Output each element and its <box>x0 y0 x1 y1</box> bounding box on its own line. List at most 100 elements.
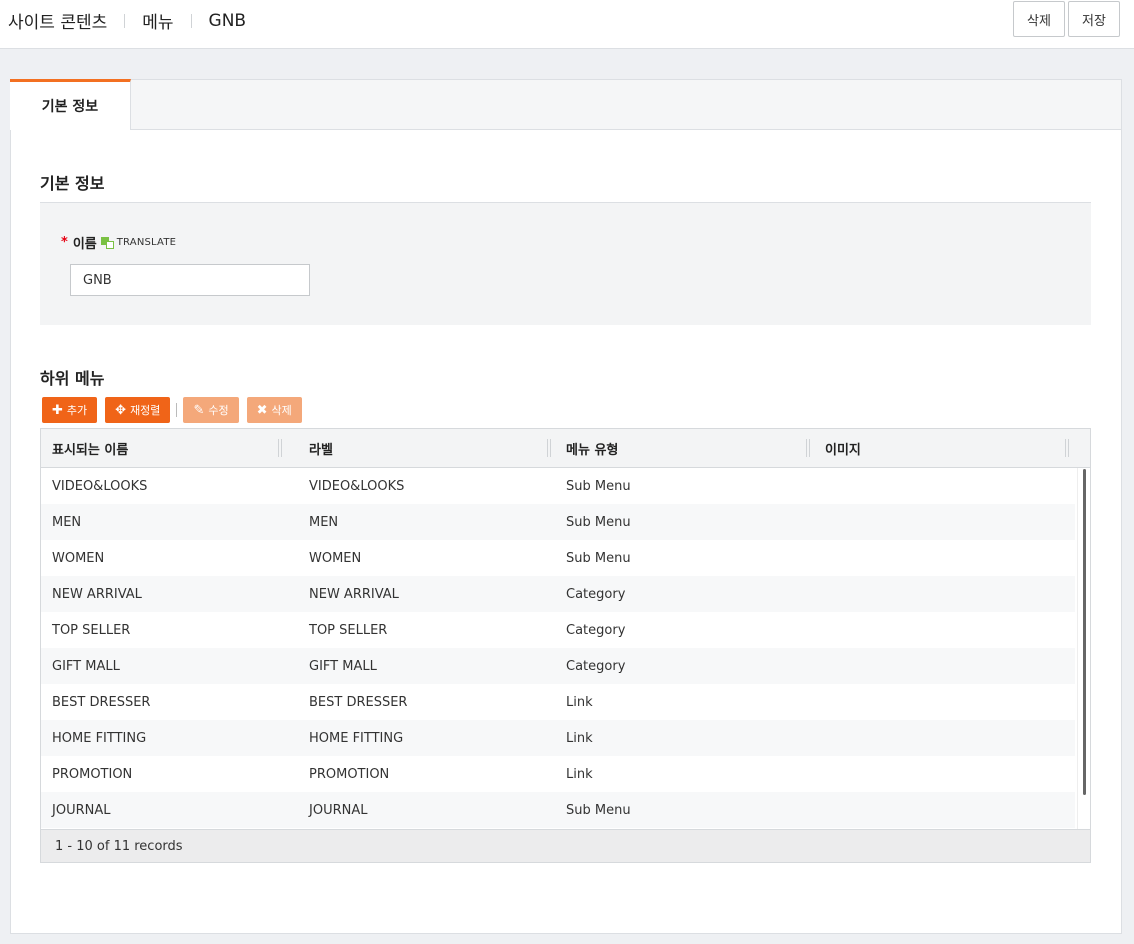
table-row[interactable]: JOURNAL JOURNAL Sub Menu <box>41 792 1075 828</box>
cell-display-name: HOME FITTING <box>52 730 147 746</box>
breadcrumb-separator <box>190 13 192 28</box>
cell-menu-type: Category <box>566 622 626 638</box>
cell-menu-type: Sub Menu <box>566 802 631 818</box>
column-resize-handle[interactable] <box>278 439 282 457</box>
cell-image <box>814 720 825 756</box>
main-panel: 기본 정보 기본 정보 * 이름 TRANSLATE 하위 메뉴 ✚ 추가 ✥ … <box>10 79 1122 934</box>
table-row[interactable]: HOME FITTING HOME FITTING Link <box>41 720 1075 756</box>
column-resize-handle[interactable] <box>547 439 551 457</box>
cell-label: PROMOTION <box>309 766 390 782</box>
cell-display-name: GIFT MALL <box>52 658 120 674</box>
column-header-menu-type[interactable]: 메뉴 유형 <box>555 429 805 468</box>
submenu-toolbar: ✚ 추가 ✥ 재정렬 ✎ 수정 ✖ 삭제 <box>42 397 302 423</box>
column-header-display-name[interactable]: 표시되는 이름 <box>41 429 285 468</box>
add-button-label: 추가 <box>66 404 88 417</box>
grid-body: VIDEO&LOOKS VIDEO&LOOKS Sub Menu MEN MEN Sub … <box>41 468 1075 828</box>
cell-image <box>814 504 825 540</box>
cell-label: HOME FITTING <box>309 730 404 746</box>
scrollbar-thumb[interactable] <box>1083 469 1086 795</box>
submenu-grid: 표시되는 이름 라벨 메뉴 유형 이미지 VIDEO&LOOKS VIDEO&LO… <box>40 428 1091 863</box>
reorder-button-label: 재정렬 <box>130 404 161 417</box>
basic-info-form: * 이름 TRANSLATE <box>40 203 1091 325</box>
breadcrumb-separator <box>124 13 126 28</box>
delete-row-button[interactable]: ✖ 삭제 <box>246 397 302 423</box>
cell-menu-type: Category <box>566 586 626 602</box>
add-button[interactable]: ✚ 추가 <box>42 397 98 423</box>
column-header-image[interactable]: 이미지 <box>814 429 1064 468</box>
cell-display-name: PROMOTION <box>52 766 133 782</box>
cell-display-name: JOURNAL <box>52 802 111 818</box>
cell-image <box>814 540 825 576</box>
tab-basic-info[interactable]: 기본 정보 <box>10 79 131 130</box>
table-row[interactable]: PROMOTION PROMOTION Link <box>41 756 1075 792</box>
translate-icon[interactable] <box>100 236 114 249</box>
reorder-button[interactable]: ✥ 재정렬 <box>105 397 171 423</box>
table-row[interactable]: VIDEO&LOOKS VIDEO&LOOKS Sub Menu <box>41 468 1075 504</box>
translate-link[interactable]: TRANSLATE <box>117 237 176 248</box>
cell-label: BEST DRESSER <box>309 694 408 710</box>
column-header-label[interactable]: 라벨 <box>298 429 547 468</box>
name-label: 이름 <box>72 237 97 252</box>
toolbar-separator <box>176 403 178 417</box>
cell-image <box>814 576 825 612</box>
cell-menu-type: Sub Menu <box>566 514 631 530</box>
cell-label: MEN <box>309 514 339 530</box>
cell-image <box>814 792 825 828</box>
breadcrumb-item-site-content[interactable]: 사이트 콘텐츠 <box>8 8 107 33</box>
save-button[interactable]: 저장 <box>1068 1 1120 37</box>
cell-display-name: MEN <box>52 514 82 530</box>
grid-footer: 1 - 10 of 11 records <box>41 829 1090 862</box>
required-mark: * <box>61 235 68 250</box>
table-row[interactable]: WOMEN WOMEN Sub Menu <box>41 540 1075 576</box>
cell-label: GIFT MALL <box>309 658 377 674</box>
cell-image <box>814 612 825 648</box>
cell-menu-type: Link <box>566 694 593 710</box>
cell-menu-type: Link <box>566 730 593 746</box>
cell-image <box>814 684 825 720</box>
table-row[interactable]: NEW ARRIVAL NEW ARRIVAL Category <box>41 576 1075 612</box>
table-row[interactable]: TOP SELLER TOP SELLER Category <box>41 612 1075 648</box>
cell-display-name: NEW ARRIVAL <box>52 586 142 602</box>
plus-icon: ✚ <box>52 402 63 418</box>
cell-label: JOURNAL <box>309 802 368 818</box>
pencil-icon: ✎ <box>193 402 205 418</box>
column-resize-handle[interactable] <box>806 439 810 457</box>
close-icon: ✖ <box>256 402 268 418</box>
edit-button-label: 수정 <box>208 404 229 417</box>
basic-info-title: 기본 정보 <box>40 174 105 193</box>
submenu-title: 하위 메뉴 <box>40 369 105 388</box>
cell-image <box>814 756 825 792</box>
cell-label: TOP SELLER <box>309 622 388 638</box>
table-row[interactable]: MEN MEN Sub Menu <box>41 504 1075 540</box>
cell-display-name: BEST DRESSER <box>52 694 151 710</box>
table-row[interactable]: GIFT MALL GIFT MALL Category <box>41 648 1075 684</box>
cell-label: VIDEO&LOOKS <box>309 478 405 494</box>
cell-menu-type: Sub Menu <box>566 550 631 566</box>
cell-menu-type: Sub Menu <box>566 478 631 494</box>
name-input[interactable] <box>70 264 310 296</box>
cell-image <box>814 648 825 684</box>
cell-label: WOMEN <box>309 550 362 566</box>
move-icon: ✥ <box>115 402 127 418</box>
edit-button[interactable]: ✎ 수정 <box>183 397 239 423</box>
cell-menu-type: Link <box>566 766 593 782</box>
column-resize-handle[interactable] <box>1065 439 1069 457</box>
cell-display-name: TOP SELLER <box>52 622 131 638</box>
breadcrumb: 사이트 콘텐츠 메뉴 GNB <box>8 8 247 34</box>
name-field-label: * 이름 TRANSLATE <box>61 233 176 252</box>
grid-header: 표시되는 이름 라벨 메뉴 유형 이미지 <box>41 429 1090 468</box>
cell-display-name: VIDEO&LOOKS <box>52 478 148 494</box>
delete-row-button-label: 삭제 <box>271 404 292 417</box>
breadcrumb-item-current: GNB <box>208 10 247 31</box>
top-bar: 사이트 콘텐츠 메뉴 GNB 삭제 저장 <box>0 0 1134 49</box>
cell-menu-type: Category <box>566 658 626 674</box>
tab-bar: 기본 정보 <box>10 79 1121 130</box>
top-actions: 삭제 저장 <box>1013 1 1120 37</box>
table-row[interactable]: BEST DRESSER BEST DRESSER Link <box>41 684 1075 720</box>
cell-display-name: WOMEN <box>52 550 105 566</box>
grid-scrollbar[interactable] <box>1077 468 1090 829</box>
cell-image <box>814 468 825 504</box>
delete-button[interactable]: 삭제 <box>1013 1 1065 37</box>
breadcrumb-item-menu[interactable]: 메뉴 <box>142 8 173 33</box>
cell-label: NEW ARRIVAL <box>309 586 399 602</box>
